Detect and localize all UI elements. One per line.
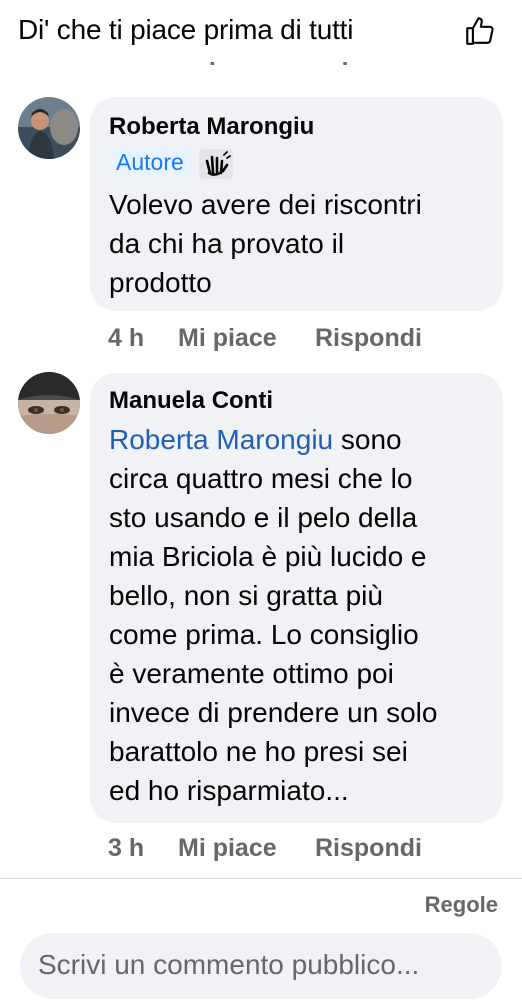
- reply-button[interactable]: Rispondi: [315, 834, 422, 863]
- comment-input[interactable]: Scrivi un commento pubblico...: [20, 933, 502, 999]
- comment-text-rest: circa quattro mesi che lo sto usando e i…: [109, 463, 438, 806]
- avatar-roberta[interactable]: [18, 97, 80, 159]
- footer-divider: [0, 878, 522, 879]
- comment-input-placeholder: Scrivi un commento pubblico...: [38, 949, 420, 980]
- comment-text: Roberta Marongiu sono circa quattro mesi…: [109, 420, 437, 810]
- comments-header: Di' che ti piace prima di tutti: [0, 0, 522, 62]
- comment-text-first-line: sono: [333, 424, 402, 455]
- like-button[interactable]: Mi piace: [178, 834, 277, 863]
- comment-bubble-manuela[interactable]: Manuela Conti Roberta Marongiu sono circ…: [90, 373, 503, 823]
- mention-link[interactable]: Roberta Marongiu: [109, 424, 333, 455]
- comment-time[interactable]: 4 h: [108, 324, 144, 353]
- wave-hand-icon: [199, 149, 233, 179]
- thumbs-up-icon[interactable]: [463, 14, 497, 48]
- comment-time[interactable]: 3 h: [108, 834, 144, 863]
- comment-bubble-roberta[interactable]: Roberta Marongiu Autore Volevo avere dei…: [90, 97, 503, 311]
- comment-author[interactable]: Roberta Marongiu: [109, 113, 314, 141]
- author-badge: Autore: [109, 147, 191, 178]
- reply-button[interactable]: Rispondi: [315, 324, 422, 353]
- comment-text: Volevo avere dei riscontri da chi ha pro…: [109, 189, 422, 298]
- header-title: Di' che ti piace prima di tutti: [18, 14, 354, 45]
- comment-author[interactable]: Manuela Conti: [109, 387, 273, 415]
- like-button[interactable]: Mi piace: [178, 324, 277, 353]
- rules-link[interactable]: Regole: [425, 892, 498, 918]
- avatar-manuela[interactable]: [18, 372, 80, 434]
